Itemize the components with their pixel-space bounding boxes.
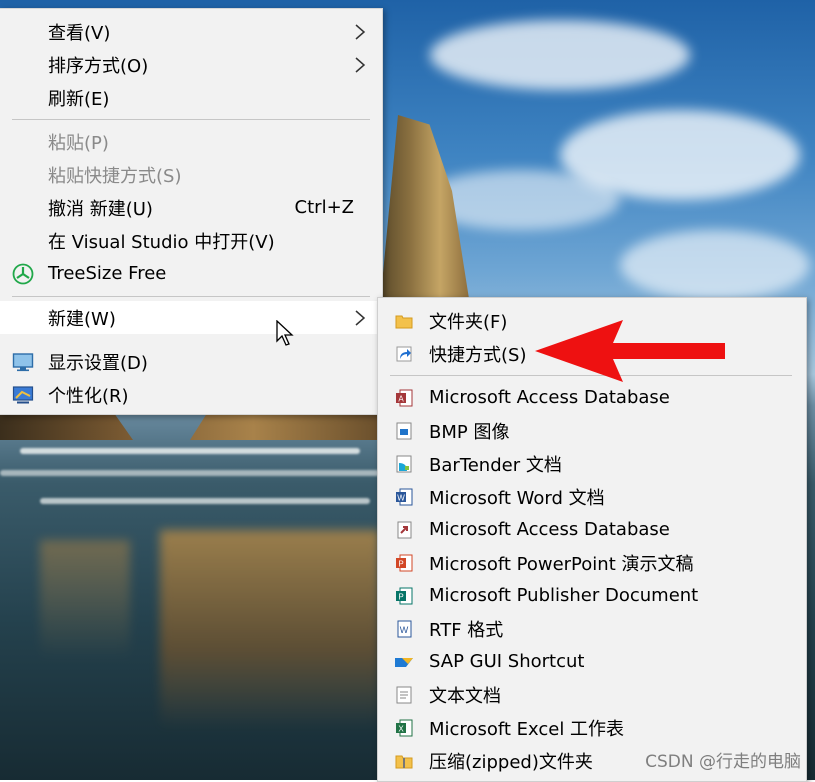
- menu-separator: [12, 119, 370, 120]
- menu-item-label: Microsoft Publisher Document: [429, 585, 699, 606]
- menu-item-label: 刷新(E): [48, 88, 110, 110]
- submenu-item-word-document[interactable]: W Microsoft Word 文档: [378, 480, 806, 513]
- publisher-icon: P: [396, 587, 413, 604]
- bmp-image-icon: [396, 422, 412, 439]
- menu-item-label: RTF 格式: [429, 619, 504, 641]
- submenu-item-rtf-format[interactable]: W RTF 格式: [378, 612, 806, 645]
- menu-item-label: 文件夹(F): [429, 311, 508, 333]
- menu-item-refresh[interactable]: 刷新(E): [0, 81, 382, 114]
- menu-item-label: 压缩(zipped)文件夹: [429, 751, 593, 773]
- submenu-item-access-database-2[interactable]: Microsoft Access Database: [378, 513, 806, 546]
- menu-item-label: 排序方式(O): [48, 55, 149, 77]
- submenu-item-sap-gui-shortcut[interactable]: SAP GUI Shortcut: [378, 645, 806, 678]
- menu-item-label: SAP GUI Shortcut: [429, 651, 585, 672]
- menu-item-label: 显示设置(D): [48, 352, 148, 374]
- menu-item-label: 粘贴(P): [48, 132, 109, 154]
- menu-item-label: Microsoft PowerPoint 演示文稿: [429, 553, 694, 575]
- text-document-icon: [396, 686, 412, 703]
- menu-item-label: 在 Visual Studio 中打开(V): [48, 231, 275, 253]
- svg-text:W: W: [400, 625, 409, 635]
- menu-item-label: 文本文档: [429, 685, 501, 707]
- submenu-item-text-document[interactable]: 文本文档: [378, 678, 806, 711]
- sap-gui-icon: [395, 657, 413, 667]
- menu-item-new[interactable]: 新建(W): [0, 301, 382, 334]
- treesize-icon: [12, 263, 34, 284]
- menu-item-label: Microsoft Word 文档: [429, 487, 605, 509]
- menu-item-label: BMP 图像: [429, 421, 510, 443]
- menu-item-sort-by[interactable]: 排序方式(O): [0, 48, 382, 81]
- menu-item-open-in-visual-studio[interactable]: 在 Visual Studio 中打开(V): [0, 224, 382, 257]
- menu-item-paste[interactable]: 粘贴(P): [0, 125, 382, 158]
- submenu-item-bmp-image[interactable]: BMP 图像: [378, 414, 806, 447]
- folder-icon: [395, 315, 413, 328]
- chevron-right-icon: [355, 310, 366, 326]
- mouse-cursor-icon: [276, 320, 294, 346]
- menu-item-label: 个性化(R): [48, 385, 129, 407]
- submenu-item-bartender-document[interactable]: BarTender 文档: [378, 447, 806, 480]
- svg-text:P: P: [398, 592, 403, 601]
- access-database-icon: A: [396, 389, 413, 406]
- powerpoint-icon: P: [396, 554, 413, 571]
- chevron-right-icon: [355, 24, 366, 40]
- menu-item-undo-new[interactable]: 撤消 新建(U) Ctrl+Z: [0, 191, 382, 224]
- svg-text:A: A: [398, 394, 404, 403]
- personalize-icon: [12, 385, 34, 403]
- zipped-folder-icon: [395, 755, 413, 768]
- menu-item-label: TreeSize Free: [48, 263, 167, 284]
- menu-item-label: 快捷方式(S): [429, 344, 527, 366]
- menu-item-label: 撤消 新建(U): [48, 198, 153, 220]
- menu-item-view[interactable]: 查看(V): [0, 15, 382, 48]
- submenu-item-access-database[interactable]: A Microsoft Access Database: [378, 381, 806, 414]
- desktop-context-menu: 查看(V) 排序方式(O) 刷新(E) 粘贴(P) 粘贴快捷方式(S) 撤消 新…: [0, 8, 383, 415]
- menu-item-label: 粘贴快捷方式(S): [48, 165, 182, 187]
- menu-item-label: Microsoft Access Database: [429, 387, 670, 408]
- menu-item-label: 新建(W): [48, 308, 116, 330]
- menu-item-label: Microsoft Excel 工作表: [429, 718, 625, 740]
- svg-text:X: X: [398, 724, 404, 733]
- watermark: CSDN @行走的电脑: [645, 752, 801, 772]
- menu-item-label: 查看(V): [48, 22, 111, 44]
- menu-item-personalize[interactable]: 个性化(R): [0, 378, 382, 411]
- menu-item-shortcut: Ctrl+Z: [294, 197, 354, 218]
- menu-item-label: Microsoft Access Database: [429, 519, 670, 540]
- word-document-icon: W: [396, 488, 413, 505]
- rtf-document-icon: W: [397, 620, 412, 637]
- red-arrow-icon: [535, 320, 725, 382]
- excel-icon: X: [396, 719, 413, 736]
- display-icon: [12, 352, 34, 371]
- submenu-item-publisher-document[interactable]: P Microsoft Publisher Document: [378, 579, 806, 612]
- menu-item-label: BarTender 文档: [429, 454, 562, 476]
- submenu-item-excel-worksheet[interactable]: X Microsoft Excel 工作表: [378, 711, 806, 744]
- menu-item-paste-shortcut[interactable]: 粘贴快捷方式(S): [0, 158, 382, 191]
- svg-text:W: W: [397, 493, 405, 502]
- submenu-item-powerpoint-presentation[interactable]: P Microsoft PowerPoint 演示文稿: [378, 546, 806, 579]
- menu-item-treesize-free[interactable]: TreeSize Free: [0, 257, 382, 290]
- menu-separator: [12, 296, 370, 297]
- chevron-right-icon: [355, 57, 366, 73]
- access-database-icon: [397, 521, 412, 538]
- bartender-icon: [396, 455, 412, 472]
- svg-text:P: P: [398, 559, 403, 568]
- shortcut-icon: [396, 346, 412, 361]
- menu-item-display-settings[interactable]: 显示设置(D): [0, 345, 382, 378]
